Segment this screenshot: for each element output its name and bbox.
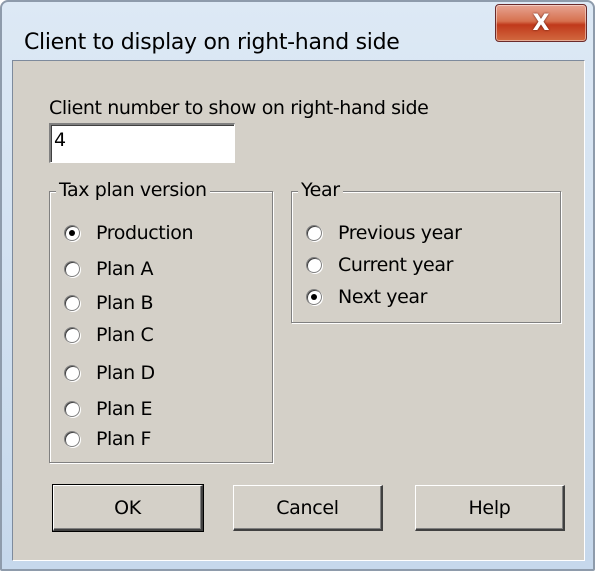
radio-button-icon[interactable]	[306, 257, 322, 273]
radio-button-icon[interactable]	[64, 431, 80, 447]
client-number-label: Client number to show on right-hand side	[49, 97, 429, 119]
radio-plan-e[interactable]: Plan E	[64, 396, 152, 422]
radio-next-year[interactable]: Next year	[306, 284, 427, 310]
dialog-window: Client to display on right-hand side X C…	[0, 0, 595, 571]
radio-label: Plan B	[96, 292, 154, 314]
radio-button-icon[interactable]	[64, 225, 80, 241]
radio-plan-a[interactable]: Plan A	[64, 256, 153, 282]
radio-button-icon[interactable]	[64, 401, 80, 417]
radio-button-icon[interactable]	[64, 327, 80, 343]
client-number-input[interactable]: 4	[49, 123, 235, 163]
radio-button-icon[interactable]	[64, 295, 80, 311]
ok-button[interactable]: OK	[52, 484, 204, 532]
radio-plan-f[interactable]: Plan F	[64, 426, 151, 452]
year-legend: Year	[298, 179, 343, 201]
radio-label: Previous year	[338, 222, 462, 244]
year-group: Year Previous year Current year Next yea…	[291, 179, 561, 323]
radio-label: Current year	[338, 254, 453, 276]
radio-previous-year[interactable]: Previous year	[306, 220, 462, 246]
radio-label: Plan C	[96, 324, 154, 346]
close-button[interactable]: X	[495, 4, 587, 42]
radio-label: Plan A	[96, 258, 154, 280]
window-title: Client to display on right-hand side	[24, 30, 400, 55]
radio-label: Plan E	[96, 398, 153, 420]
radio-production[interactable]: Production	[64, 220, 193, 246]
radio-current-year[interactable]: Current year	[306, 252, 453, 278]
close-icon: X	[532, 10, 550, 36]
tax-plan-legend: Tax plan version	[56, 179, 210, 201]
radio-label: Plan D	[96, 362, 155, 384]
radio-label: Next year	[338, 286, 428, 308]
radio-plan-c[interactable]: Plan C	[64, 322, 154, 348]
help-button[interactable]: Help	[415, 485, 565, 531]
radio-plan-b[interactable]: Plan B	[64, 290, 154, 316]
radio-button-icon[interactable]	[64, 365, 80, 381]
radio-button-icon[interactable]	[64, 261, 80, 277]
cancel-button[interactable]: Cancel	[233, 485, 383, 531]
dialog-body: Client number to show on right-hand side…	[12, 60, 585, 561]
radio-label: Plan F	[96, 428, 151, 450]
radio-plan-d[interactable]: Plan D	[64, 360, 155, 386]
radio-label: Production	[96, 222, 194, 244]
title-bar[interactable]: Client to display on right-hand side X	[2, 2, 593, 60]
radio-button-icon[interactable]	[306, 225, 322, 241]
radio-button-icon[interactable]	[306, 289, 322, 305]
tax-plan-group: Tax plan version Production Plan A Plan …	[49, 179, 273, 463]
